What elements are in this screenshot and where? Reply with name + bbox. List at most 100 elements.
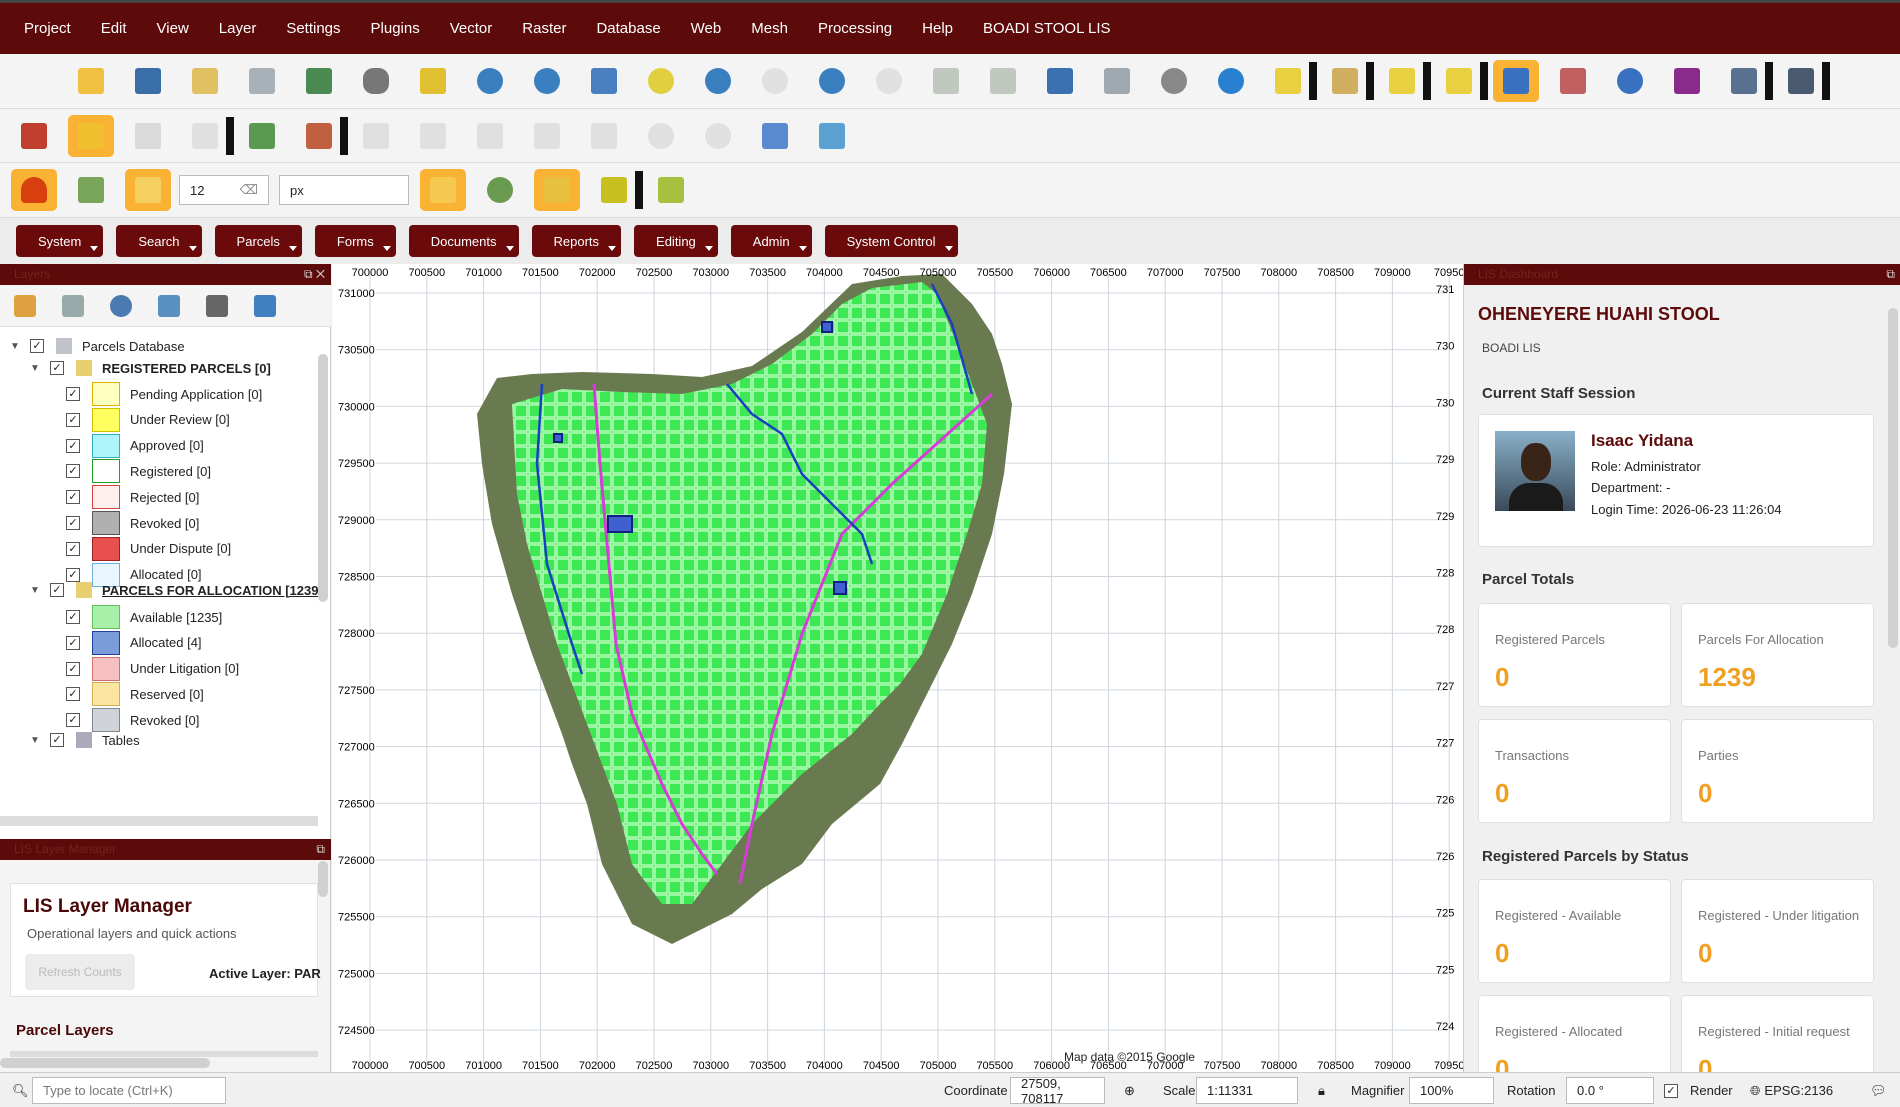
- menu-8[interactable]: Database: [596, 20, 660, 37]
- layer-item[interactable]: ✓ Rejected [0]: [66, 485, 199, 510]
- layer-item[interactable]: ✓ Registered [0]: [66, 459, 211, 484]
- menu-10[interactable]: Mesh: [751, 20, 788, 37]
- snapping-magnet-button[interactable]: [11, 169, 57, 211]
- coordinate-field[interactable]: 27509, 708117: [1010, 1076, 1105, 1106]
- lis-menu-search[interactable]: Search: [116, 225, 202, 257]
- layer-tree-hscrollbar[interactable]: [0, 816, 318, 826]
- style-icon[interactable]: [14, 294, 36, 317]
- current-edits-button[interactable]: [11, 115, 57, 157]
- toolbox-button[interactable]: [1721, 60, 1773, 102]
- zoom-native-button[interactable]: [752, 60, 798, 102]
- toggle-editing-button[interactable]: [68, 114, 114, 157]
- crs-button[interactable]: 🌐︎ EPSG:2136: [1750, 1073, 1833, 1107]
- layer-checkbox[interactable]: ✓: [66, 387, 80, 401]
- close-icon[interactable]: ⧉ ✕: [304, 264, 325, 285]
- lis-menu-forms[interactable]: Forms: [314, 225, 396, 257]
- snap-intersection-button[interactable]: [420, 169, 466, 211]
- open-project-button[interactable]: [68, 60, 114, 102]
- snap-tolerance-field[interactable]: 12 ⌫: [179, 175, 269, 205]
- statistics-button[interactable]: [1664, 60, 1710, 102]
- layer-group-parcels-database[interactable]: ▼ ✓ Parcels Database: [10, 334, 185, 358]
- identify-button[interactable]: [1493, 60, 1539, 102]
- add-group-icon[interactable]: [62, 294, 84, 317]
- layer-item[interactable]: ✓ Approved [0]: [66, 433, 204, 458]
- pan-to-selection-button[interactable]: [410, 60, 456, 102]
- redo-button[interactable]: [695, 115, 741, 157]
- layer-manager-hscrollbar[interactable]: [0, 1058, 210, 1068]
- lis-menu-editing[interactable]: Editing: [634, 225, 718, 257]
- select-features-button[interactable]: [1265, 60, 1317, 102]
- layer-group-parcels-for-allocation[interactable]: ▼ ✓ PARCELS FOR ALLOCATION [1239]: [30, 578, 318, 602]
- menu-13[interactable]: BOADI STOOL LIS: [983, 20, 1111, 37]
- zoom-in-button[interactable]: [467, 60, 513, 102]
- layer-checkbox[interactable]: ✓: [66, 412, 80, 427]
- lis-menu-admin[interactable]: Admin: [730, 225, 812, 257]
- menu-1[interactable]: Edit: [101, 20, 127, 37]
- layer-item[interactable]: ✓ Available [1235]: [66, 605, 222, 629]
- style-manager-button[interactable]: [296, 60, 342, 102]
- lis-menu-reports[interactable]: Reports: [531, 225, 622, 257]
- float-icon[interactable]: ⧉: [1886, 264, 1895, 285]
- undo-button[interactable]: [638, 115, 684, 157]
- topology-edit-button[interactable]: [477, 169, 523, 211]
- cut-button[interactable]: [467, 115, 513, 157]
- map-svg[interactable]: 700000 700500 701000 701500 702000 702500 7030…: [332, 264, 1463, 1072]
- layer-checkbox[interactable]: ✓: [66, 661, 80, 676]
- menu-4[interactable]: Settings: [286, 20, 340, 37]
- expand-icon[interactable]: [254, 294, 276, 317]
- menu-9[interactable]: Web: [691, 20, 722, 37]
- layer-checkbox[interactable]: ✓: [66, 438, 80, 453]
- measure-button[interactable]: [1550, 60, 1596, 102]
- dashboard-scrollbar[interactable]: [1888, 308, 1898, 648]
- lis-menu-system-control[interactable]: System Control: [824, 225, 958, 257]
- layer-checkbox[interactable]: ✓: [66, 635, 80, 650]
- deselect-button[interactable]: [1379, 60, 1431, 102]
- layer-manager-vscrollbar[interactable]: [318, 861, 328, 897]
- snap-layers-button[interactable]: [68, 169, 114, 211]
- magnifier-field[interactable]: 100%: [1409, 1077, 1494, 1104]
- menu-11[interactable]: Processing: [818, 20, 892, 37]
- vertex-tool-button[interactable]: [296, 115, 348, 157]
- toggle-extents-icon[interactable]: ⊕: [1124, 1073, 1135, 1107]
- layer-group-tables[interactable]: ▼ ✓ Tables: [30, 728, 140, 752]
- save-as-button[interactable]: [182, 60, 228, 102]
- collapse-icon[interactable]: ▼: [30, 585, 40, 596]
- calculator-button[interactable]: [1778, 60, 1830, 102]
- zoom-selection-button[interactable]: [638, 60, 684, 102]
- collapse-icon[interactable]: ▼: [10, 341, 20, 352]
- filter-icon[interactable]: [158, 294, 180, 317]
- lock-icon[interactable]: 🔒︎: [1318, 1073, 1325, 1107]
- print-layout-button[interactable]: [239, 60, 285, 102]
- layer-group-registered-parcels[interactable]: ▼ ✓ REGISTERED PARCELS [0]: [30, 356, 271, 380]
- select-by-value-button[interactable]: [1436, 60, 1488, 102]
- collapse-icon[interactable]: ▼: [30, 735, 40, 746]
- digitize-button[interactable]: [182, 115, 234, 157]
- tracing-button[interactable]: [591, 169, 643, 211]
- shape-digitizing-button[interactable]: [809, 115, 855, 157]
- scale-field[interactable]: 1:11331: [1196, 1077, 1298, 1104]
- lis-menu-parcels[interactable]: Parcels: [214, 225, 302, 257]
- render-checkbox[interactable]: ✓ Render: [1664, 1073, 1733, 1107]
- add-polygon-button[interactable]: [239, 115, 285, 157]
- layer-checkbox[interactable]: ✓: [50, 583, 64, 597]
- lis-menu-system[interactable]: System: [16, 225, 104, 257]
- float-icon[interactable]: ⧉: [316, 839, 325, 860]
- paste-button[interactable]: [581, 115, 627, 157]
- menu-2[interactable]: View: [157, 20, 189, 37]
- refresh-counts-button[interactable]: Refresh Counts: [25, 954, 135, 990]
- layer-item[interactable]: ✓ Under Review [0]: [66, 407, 230, 432]
- layer-checkbox[interactable]: ✓: [66, 516, 80, 530]
- save-project-button[interactable]: [125, 60, 171, 102]
- layer-checkbox[interactable]: ✓: [30, 339, 44, 353]
- layer-item[interactable]: ✓ Allocated [4]: [66, 630, 202, 655]
- layer-checkbox[interactable]: ✓: [66, 713, 80, 728]
- layer-item[interactable]: ✓ Reserved [0]: [66, 682, 204, 707]
- layer-item[interactable]: ✓ Pending Application [0]: [66, 382, 262, 406]
- snap-vertex-button[interactable]: [125, 169, 171, 211]
- layer-item[interactable]: ✓ Revoked [0]: [66, 511, 199, 535]
- advanced-digitizing-button[interactable]: [752, 115, 798, 157]
- menu-5[interactable]: Plugins: [371, 20, 420, 37]
- layer-checkbox[interactable]: ✓: [66, 490, 80, 505]
- expression-icon[interactable]: [206, 294, 228, 317]
- new-3d-view-button[interactable]: [980, 60, 1026, 102]
